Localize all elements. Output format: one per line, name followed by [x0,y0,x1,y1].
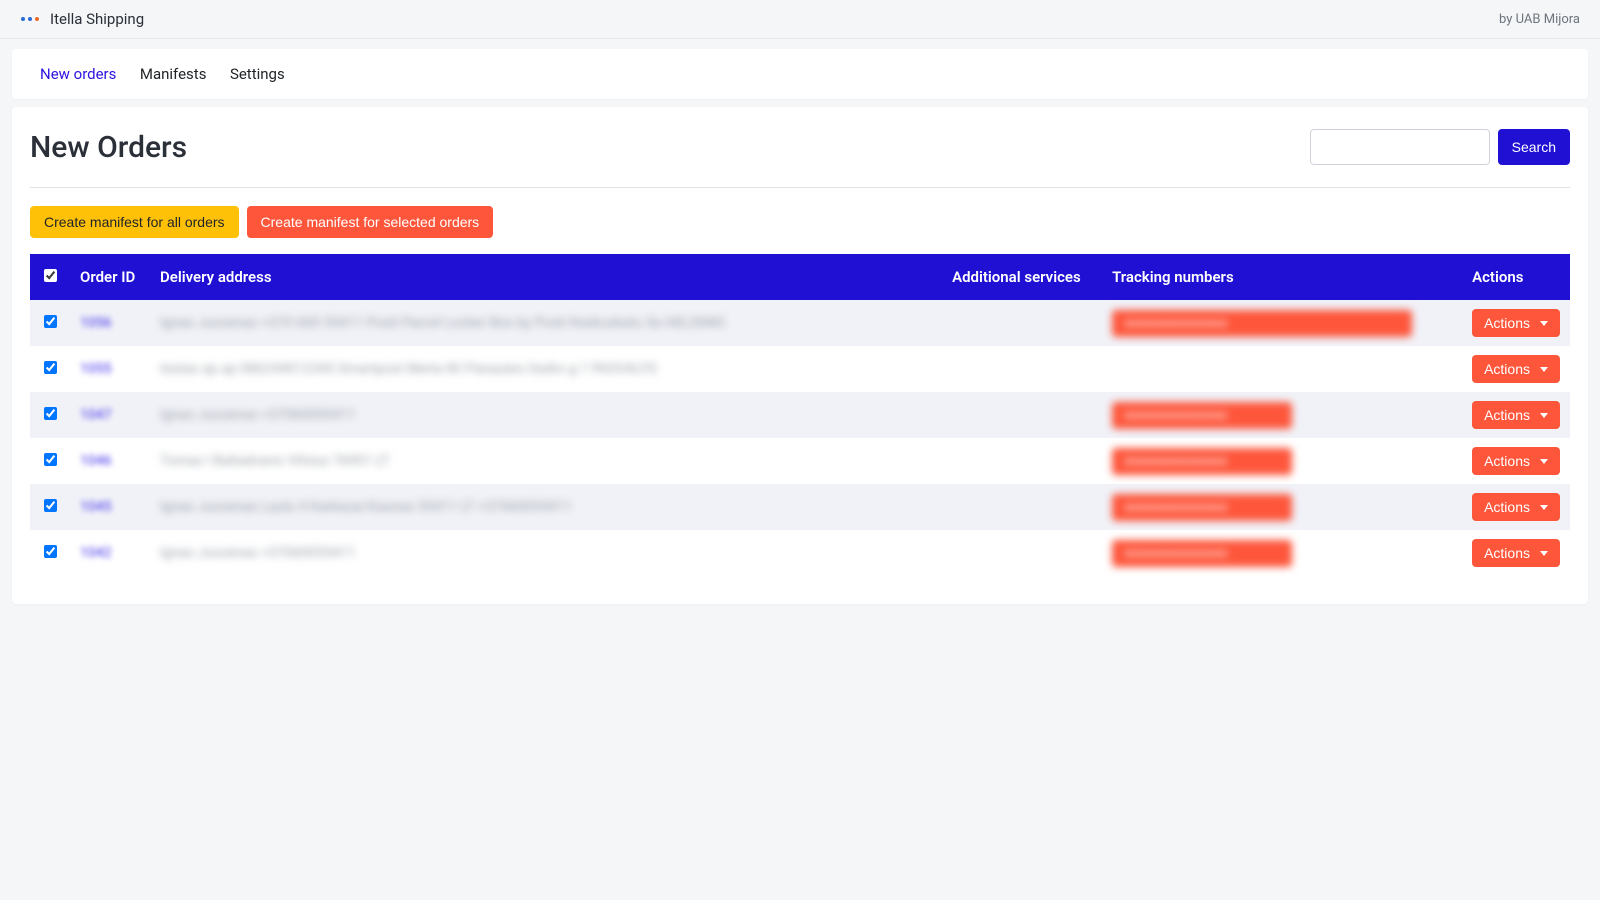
tab-settings[interactable]: Settings [220,49,295,99]
caret-down-icon [1540,551,1548,556]
tracking-pill: xxxxxxxxxxxxxxxx [1112,310,1412,337]
tracking-pill: xxxxxxxxxxxxxxxx [1112,494,1292,521]
row-actions-button[interactable]: Actions [1472,355,1560,383]
additional-services-cell [942,392,1102,438]
tab-manifests[interactable]: Manifests [130,49,217,99]
col-tracking-numbers: Tracking numbers [1102,254,1462,300]
table-row: 1047 Ignas Juozenas +37060055411 xxxxxxxxx… [30,392,1570,438]
orders-table: Order ID Delivery address Additional ser… [30,254,1570,576]
caret-down-icon [1540,505,1548,510]
col-actions: Actions [1462,254,1570,300]
nav-tabs: New orders Manifests Settings [12,49,1588,99]
delivery-address: Ignas Juozenas +370 600 55411 Posti Parc… [160,315,932,331]
table-row: 1046 Tomas I Baltadvario Vilnius 76901 LT… [30,438,1570,484]
byline: by UAB Mijora [1499,12,1580,27]
search-button[interactable]: Search [1498,129,1570,165]
order-id-link[interactable]: 1047 [80,407,111,423]
row-checkbox[interactable] [44,315,57,328]
order-id-link[interactable]: 1045 [80,499,111,515]
additional-services-cell [942,484,1102,530]
delivery-address: Tomas I Baltadvario Vilnius 76901 LT [160,453,932,469]
delivery-address: Ignas Juozenas +37060055411 [160,407,932,423]
delivery-address: Ignas Juozenas Laulu 4 Karkazai Kaunas 5… [160,499,932,515]
itella-logo-icon [20,12,40,26]
order-id-link[interactable]: 1046 [80,453,111,469]
row-actions-button[interactable]: Actions [1472,401,1560,429]
page-title: New Orders [30,130,187,165]
col-additional-services: Additional services [942,254,1102,300]
order-id-link[interactable]: 1055 [80,361,111,377]
row-actions-button[interactable]: Actions [1472,309,1560,337]
table-row: 1045 Ignas Juozenas Laulu 4 Karkazai Kaun… [30,484,1570,530]
caret-down-icon [1540,413,1548,418]
order-id-link[interactable]: 1056 [80,315,111,331]
top-bar: Itella Shipping by UAB Mijora [0,0,1600,39]
delivery-address: testas ap ap 086244012345 Smartpost Merl… [160,361,932,377]
row-actions-button[interactable]: Actions [1472,493,1560,521]
page-header: New Orders Search [30,129,1570,188]
additional-services-cell [942,346,1102,392]
search-input[interactable] [1310,129,1490,165]
row-checkbox[interactable] [44,407,57,420]
tab-new-orders[interactable]: New orders [30,49,126,99]
additional-services-cell [942,438,1102,484]
row-actions-button[interactable]: Actions [1472,447,1560,475]
table-row: 1055 testas ap ap 086244012345 Smartpost … [30,346,1570,392]
bulk-actions: Create manifest for all orders Create ma… [30,206,1570,238]
order-id-link[interactable]: 1042 [80,545,111,561]
create-manifest-all-button[interactable]: Create manifest for all orders [30,206,239,238]
content-card: New Orders Search Create manifest for al… [12,107,1588,604]
additional-services-cell [942,300,1102,346]
row-checkbox[interactable] [44,361,57,374]
caret-down-icon [1540,367,1548,372]
table-header-row: Order ID Delivery address Additional ser… [30,254,1570,300]
tracking-pill: xxxxxxxxxxxxxxxx [1112,402,1292,429]
tracking-pill: xxxxxxxxxxxxxxxx [1112,540,1292,567]
row-checkbox[interactable] [44,453,57,466]
brand: Itella Shipping [20,10,144,28]
app-name: Itella Shipping [50,10,144,28]
col-delivery-address: Delivery address [150,254,942,300]
caret-down-icon [1540,459,1548,464]
row-checkbox[interactable] [44,545,57,558]
delivery-address: Ignas Juozenas +37060055411 [160,545,932,561]
caret-down-icon [1540,321,1548,326]
table-row: 1056 Ignas Juozenas +370 600 55411 Posti … [30,300,1570,346]
search-group: Search [1310,129,1570,165]
additional-services-cell [942,530,1102,576]
create-manifest-selected-button[interactable]: Create manifest for selected orders [247,206,494,238]
table-row: 1042 Ignas Juozenas +37060055411 xxxxxxxxx… [30,530,1570,576]
select-all-checkbox[interactable] [44,269,57,282]
row-checkbox[interactable] [44,499,57,512]
tracking-pill: xxxxxxxxxxxxxxxx [1112,448,1292,475]
col-order-id: Order ID [70,254,150,300]
row-actions-button[interactable]: Actions [1472,539,1560,567]
